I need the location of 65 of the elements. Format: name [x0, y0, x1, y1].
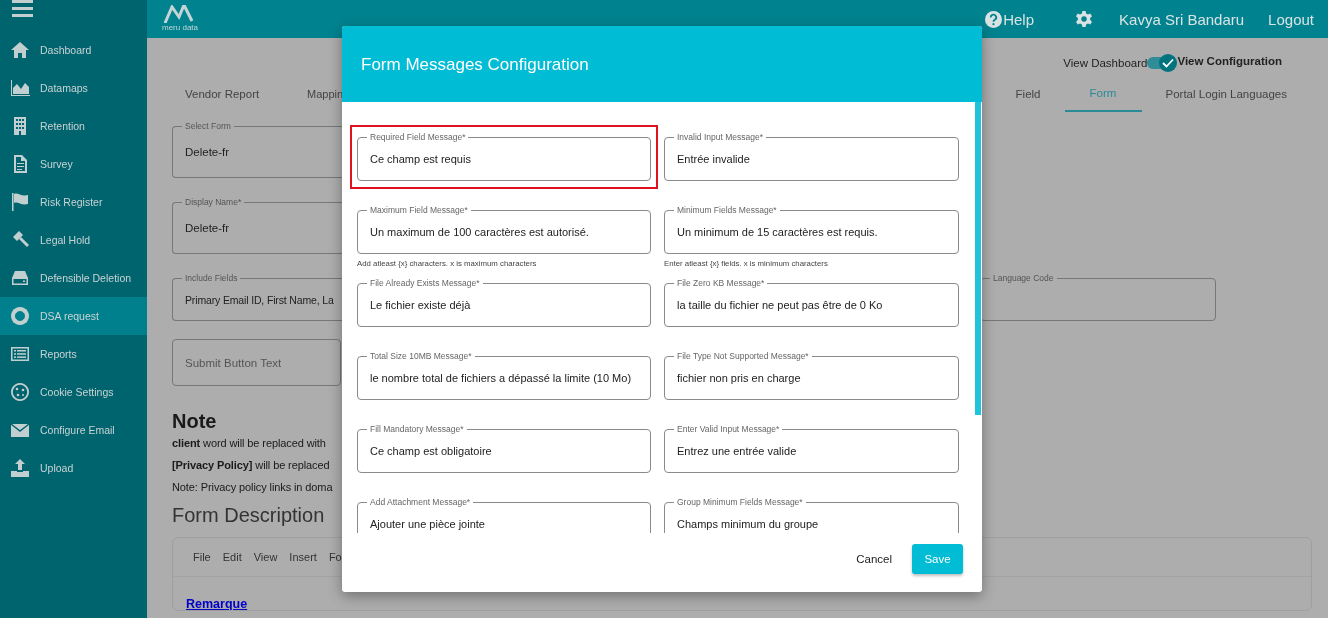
- user-name[interactable]: Kavya Sri Bandaru: [1119, 10, 1245, 28]
- note-text: client word will be replaced with: [172, 436, 326, 451]
- note-text: [Privacy Policy] will be replaced: [172, 458, 330, 473]
- menu-item[interactable]: File: [189, 551, 215, 563]
- field-label: Select Form: [182, 121, 234, 131]
- field-label: Fill Mandatory Message*: [367, 424, 467, 434]
- field-label: File Zero KB Message*: [674, 278, 768, 288]
- sidebar-item[interactable]: Cookie Settings: [0, 373, 147, 411]
- sidebar-item[interactable]: Retention: [0, 107, 147, 145]
- tab[interactable]: Field: [991, 76, 1065, 112]
- sidebar-item[interactable]: Reports: [0, 335, 147, 373]
- logo[interactable]: meru data: [162, 4, 199, 32]
- tab[interactable]: Portal Login Languages: [1141, 76, 1311, 112]
- sidebar-item[interactable]: Configure Email: [0, 411, 147, 449]
- sidebar-item[interactable]: Survey: [0, 145, 147, 183]
- note-heading: Note: [172, 410, 217, 432]
- dialog-title: Form Messages Configuration: [361, 55, 589, 75]
- help-icon[interactable]: [985, 10, 1003, 28]
- sidebar-item[interactable]: Dashboard: [0, 31, 147, 69]
- link[interactable]: Remarque: [186, 597, 248, 610]
- list-icon: [10, 344, 30, 364]
- cookie-icon: [10, 382, 30, 402]
- toggle-label: View Configuration: [1177, 55, 1282, 67]
- flag-icon: [10, 192, 30, 212]
- sidebar-item[interactable]: Defensible Deletion: [0, 259, 147, 297]
- sidebar-item[interactable]: Risk Register: [0, 183, 147, 221]
- field-label: Display Name*: [182, 197, 245, 207]
- field-label: Include Fields: [182, 273, 241, 283]
- menu-item[interactable]: View: [249, 551, 282, 563]
- field-label: Enter Valid Input Message*: [674, 424, 783, 434]
- sidebar-item[interactable]: Legal Hold: [0, 221, 147, 259]
- tab[interactable]: Mappin: [307, 76, 344, 112]
- sidebar-item[interactable]: DSA request: [0, 297, 147, 335]
- field-label: Required Field Message*: [367, 132, 469, 142]
- area-chart-icon: [10, 78, 30, 98]
- field-label: Maximum Field Message*: [367, 205, 471, 215]
- menu-item[interactable]: Insert: [285, 551, 321, 563]
- field-label: File Type Not Supported Message*: [674, 351, 812, 361]
- logout-link[interactable]: Logout: [1268, 10, 1314, 28]
- scrollbar-thumb[interactable]: [975, 102, 981, 415]
- field-label: Minimum Fields Message*: [674, 205, 780, 215]
- field-label: Language Code: [990, 273, 1057, 283]
- section-heading: Form Description: [172, 503, 325, 528]
- sidebar-item[interactable]: Datamaps: [0, 69, 147, 107]
- menu-item[interactable]: Fo: [324, 551, 346, 563]
- field-label: Total Size 10MB Message*: [367, 351, 475, 361]
- toggle-switch[interactable]: [1147, 57, 1174, 69]
- cancel-button[interactable]: Cancel: [850, 544, 898, 574]
- menu-icon[interactable]: [12, 0, 33, 20]
- note-text: Note: Privacy policy links in doma: [172, 480, 333, 495]
- field-label: File Already Exists Message*: [367, 278, 483, 288]
- settings-icon[interactable]: [1076, 11, 1093, 27]
- upload-icon: [10, 458, 30, 478]
- field-label: Invalid Input Message*: [674, 132, 766, 142]
- check-icon: [1162, 58, 1175, 68]
- home-icon: [10, 40, 30, 60]
- tab[interactable]: Vendor Report: [185, 76, 281, 112]
- toggle-label: View Dashboard: [1063, 57, 1148, 69]
- field-label: Add Attachment Message*: [367, 497, 474, 507]
- field-label: Group Minimum Fields Message*: [674, 497, 806, 507]
- help-link[interactable]: Help: [1003, 10, 1035, 28]
- menu-item[interactable]: Edit: [218, 551, 246, 563]
- sidebar-item[interactable]: Upload: [0, 449, 147, 487]
- drive-icon: [10, 268, 30, 288]
- text-field[interactable]: Submit Button Text: [172, 339, 341, 386]
